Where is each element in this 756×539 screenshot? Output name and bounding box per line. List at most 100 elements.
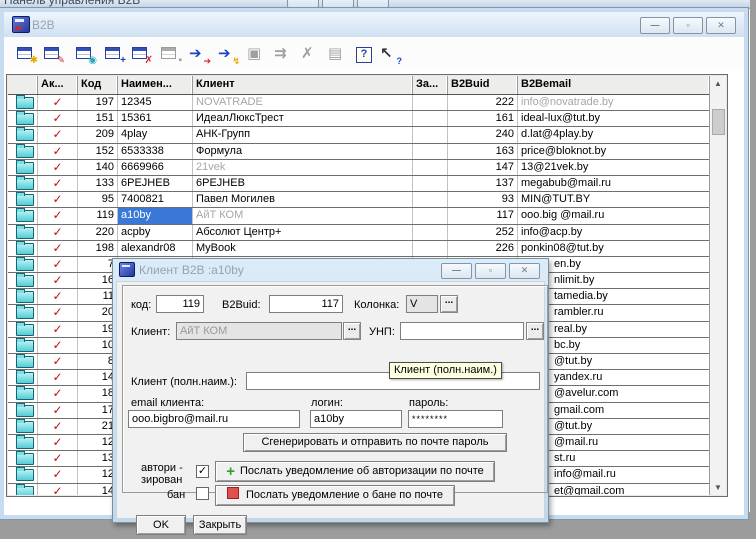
grid-scrollbar[interactable]: ▲ ▼: [709, 76, 726, 495]
login-field[interactable]: a10by: [310, 410, 402, 428]
ban-checkbox[interactable]: [196, 487, 209, 500]
export-records-icon[interactable]: ➔➔: [189, 44, 209, 64]
table-row[interactable]: ✓220acpbyАбсолют Центр+252info@acp.by: [8, 225, 710, 241]
column-header-6[interactable]: B2Buid: [448, 76, 518, 94]
folder-icon[interactable]: [16, 307, 34, 319]
active-check-icon: ✓: [38, 338, 77, 352]
folder-icon[interactable]: [16, 405, 34, 417]
copy-records-icon: ▣: [247, 44, 267, 64]
folder-icon[interactable]: [16, 227, 34, 239]
scroll-up-icon[interactable]: ▲: [711, 76, 725, 91]
folder-icon[interactable]: [16, 324, 34, 336]
folder-icon[interactable]: [16, 340, 34, 352]
column-header-0[interactable]: [8, 76, 38, 94]
column-header-1[interactable]: Ак...: [38, 76, 78, 94]
merge-records-icon: ⇉: [274, 44, 294, 64]
generate-password-button[interactable]: Сгенерировать и отправить по почте парол…: [243, 433, 507, 452]
ok-button[interactable]: OK: [136, 515, 186, 535]
active-check-icon: ✓: [38, 354, 77, 368]
authorized-checkbox[interactable]: ✓: [196, 465, 209, 478]
post-record-icon: ▪: [160, 44, 180, 64]
folder-icon[interactable]: [16, 243, 34, 255]
table-row[interactable]: ✓19712345NOVATRADE222info@novatrade.by: [8, 95, 710, 111]
context-help-icon[interactable]: ↖?: [380, 44, 400, 64]
folder-icon[interactable]: [16, 113, 34, 125]
b2buid-field[interactable]: 117: [269, 295, 343, 313]
main-maximize-button[interactable]: [322, 0, 354, 8]
folder-icon[interactable]: [16, 210, 34, 222]
folder-icon[interactable]: [16, 356, 34, 368]
table-row[interactable]: ✓1336PEJHEB6PEJHEB137megabub@mail.ru: [8, 176, 710, 192]
send-records-icon[interactable]: ➔↯: [218, 44, 238, 64]
column-header-7[interactable]: B2Bemail: [518, 76, 710, 94]
send-auth-notice-button[interactable]: +Послать уведомление об авторизации по п…: [215, 461, 495, 482]
klient-browse-button[interactable]: ...: [343, 322, 361, 340]
dialog-title: Клиент B2B :a10by: [139, 263, 244, 277]
dialog-maximize-button[interactable]: ▫: [475, 263, 506, 279]
new-record-icon[interactable]: ✱: [16, 44, 36, 64]
table-row[interactable]: ✓15115361ИдеалЛюксТрест161ideal-lux@tut.…: [8, 111, 710, 127]
folder-icon[interactable]: [16, 291, 34, 303]
table-row[interactable]: ✓140666996621vek14713@21vek.by: [8, 160, 710, 176]
folder-icon[interactable]: [16, 388, 34, 400]
scrollbar-thumb[interactable]: [712, 109, 725, 135]
cancel-records-icon: ✗: [301, 44, 321, 64]
active-check-icon: ✓: [38, 225, 77, 239]
add-record-icon[interactable]: +: [104, 44, 124, 64]
folder-icon[interactable]: [16, 194, 34, 206]
password-field[interactable]: ********: [408, 410, 503, 428]
folder-icon[interactable]: [16, 453, 34, 465]
dialog-icon: [119, 262, 135, 277]
scroll-down-icon[interactable]: ▼: [711, 480, 725, 495]
edit-record-icon[interactable]: ✎: [43, 44, 63, 64]
password-label: пароль:: [409, 397, 448, 409]
table-row[interactable]: ✓119a10byАйТ КОМ117ooo.big @mail.ru: [8, 208, 710, 224]
dialog-minimize-button[interactable]: —: [441, 263, 472, 279]
plus-icon: +: [226, 463, 235, 480]
active-check-icon: ✓: [38, 403, 77, 417]
kolonka-browse-button[interactable]: ...: [440, 295, 458, 313]
klient-field: АйТ КОМ: [176, 322, 342, 340]
folder-icon[interactable]: [16, 162, 34, 174]
unp-field[interactable]: [400, 322, 524, 340]
folder-icon[interactable]: [16, 178, 34, 190]
help-icon[interactable]: ?: [356, 44, 376, 64]
folder-icon[interactable]: [16, 486, 34, 496]
b2b-titlebar[interactable]: B2B — ▫ ✕: [4, 12, 744, 37]
b2buid-label: B2Buid:: [222, 299, 261, 311]
b2b-window-icon: [12, 16, 30, 33]
folder-icon[interactable]: [16, 437, 34, 449]
folder-icon[interactable]: [16, 259, 34, 271]
column-header-5[interactable]: За...: [413, 76, 448, 94]
main-window-title: Панель управления B2B: [4, 0, 140, 7]
column-header-4[interactable]: Клиент: [193, 76, 413, 94]
main-minimize-button[interactable]: [287, 0, 319, 8]
folder-icon[interactable]: [16, 469, 34, 481]
table-row[interactable]: ✓957400821Павел Могилев93MIN@TUT.BY: [8, 192, 710, 208]
find-record-icon[interactable]: ◉: [75, 44, 95, 64]
folder-icon[interactable]: [16, 129, 34, 141]
folder-icon[interactable]: [16, 146, 34, 158]
dialog-close-button[interactable]: ✕: [509, 263, 540, 279]
main-close-button[interactable]: [357, 0, 389, 8]
active-check-icon: ✓: [38, 273, 77, 287]
column-header-2[interactable]: Код: [78, 76, 118, 94]
table-row[interactable]: ✓198alexandr08MyBook226ponkin08@tut.by: [8, 241, 710, 257]
folder-icon[interactable]: [16, 97, 34, 109]
b2b-close-button[interactable]: ✕: [706, 17, 736, 34]
unp-browse-button[interactable]: ...: [526, 322, 544, 340]
table-row[interactable]: ✓1526533338Формула163price@bloknot.by: [8, 144, 710, 160]
folder-icon[interactable]: [16, 275, 34, 287]
close-dialog-button[interactable]: Закрыть: [193, 515, 247, 535]
dialog-titlebar[interactable]: Клиент B2B :a10by — ▫ ✕: [113, 259, 548, 280]
b2b-minimize-button[interactable]: —: [640, 17, 670, 34]
b2b-maximize-button[interactable]: ▫: [673, 17, 703, 34]
delete-record-icon[interactable]: ✗: [131, 44, 151, 64]
send-ban-notice-button[interactable]: Послать уведомление о бане по почте: [215, 485, 455, 506]
folder-icon[interactable]: [16, 372, 34, 384]
folder-icon[interactable]: [16, 421, 34, 433]
email-field[interactable]: ooo.bigbro@mail.ru: [128, 410, 300, 428]
kod-field[interactable]: 119: [156, 295, 204, 313]
table-row[interactable]: ✓2094playАНК-Групп240d.lat@4play.by: [8, 127, 710, 143]
column-header-3[interactable]: Наимен...: [118, 76, 193, 94]
